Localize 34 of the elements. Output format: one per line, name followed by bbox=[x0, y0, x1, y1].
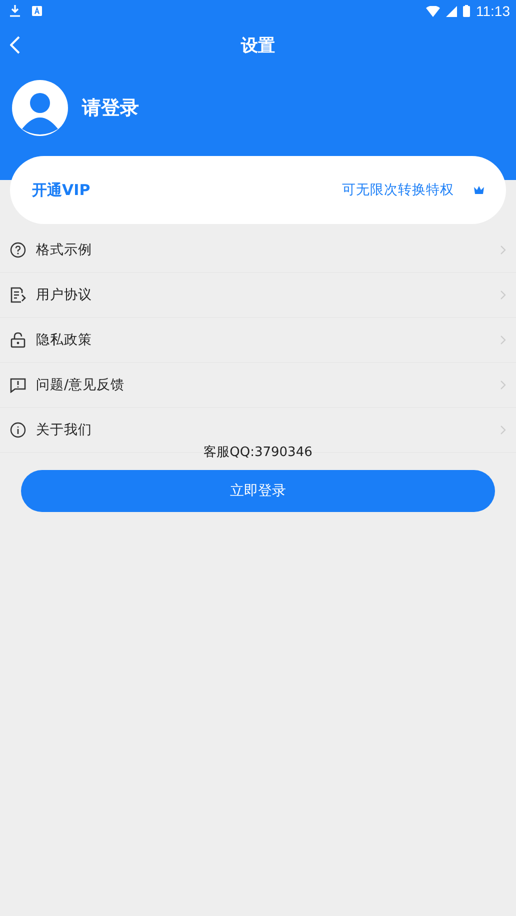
chevron-icon bbox=[500, 425, 506, 435]
chevron-icon bbox=[500, 290, 506, 300]
vip-title: 开通VIP bbox=[32, 180, 90, 200]
menu-item[interactable]: 隐私政策 bbox=[0, 318, 516, 363]
status-time: 11:13 bbox=[476, 3, 510, 19]
help-icon bbox=[10, 242, 26, 258]
menu-label: 关于我们 bbox=[36, 421, 92, 439]
wifi-icon bbox=[426, 6, 440, 16]
lock-icon bbox=[10, 332, 26, 348]
avatar-icon[interactable] bbox=[12, 80, 68, 136]
info-icon bbox=[10, 422, 26, 438]
menu-label: 隐私政策 bbox=[36, 331, 92, 349]
menu-item[interactable]: 问题/意见反馈 bbox=[0, 363, 516, 408]
back-icon[interactable] bbox=[10, 36, 20, 54]
vip-subtitle: 可无限次转换特权 bbox=[342, 181, 454, 199]
profile-name[interactable]: 请登录 bbox=[82, 95, 139, 121]
menu-item[interactable]: 格式示例 bbox=[0, 228, 516, 273]
login-button[interactable]: 立即登录 bbox=[21, 470, 495, 512]
chevron-icon bbox=[500, 245, 506, 255]
battery-icon bbox=[463, 5, 470, 17]
page-title: 设置 bbox=[241, 34, 275, 56]
chevron-icon bbox=[500, 380, 506, 390]
crown-icon bbox=[474, 186, 484, 194]
download-icon bbox=[10, 5, 20, 17]
keyboard-icon bbox=[32, 6, 42, 16]
menu-label: 问题/意见反馈 bbox=[36, 376, 125, 394]
menu-item[interactable]: 用户协议 bbox=[0, 273, 516, 318]
menu-label: 格式示例 bbox=[36, 241, 92, 259]
vip-card[interactable]: 开通VIP 可无限次转换特权 bbox=[10, 156, 506, 224]
signal-icon bbox=[446, 6, 457, 16]
document-icon bbox=[10, 287, 26, 303]
menu-label: 用户协议 bbox=[36, 286, 92, 304]
feedback-icon bbox=[10, 377, 26, 393]
chevron-icon bbox=[500, 335, 506, 345]
